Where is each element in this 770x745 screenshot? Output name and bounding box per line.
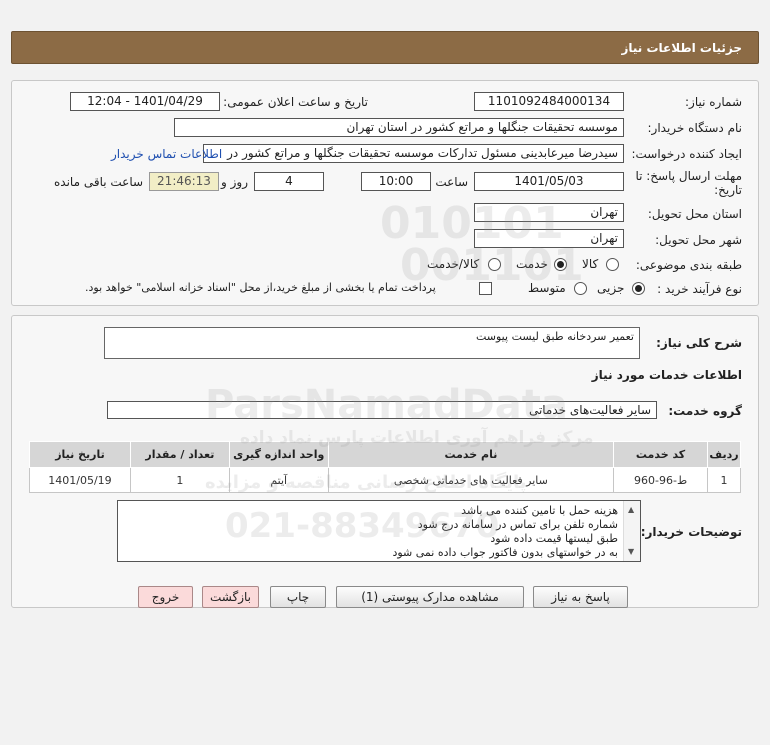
need-number-field: 1101092484000134 (474, 92, 624, 111)
col-need-date: تاریخ نیاز (29, 441, 131, 468)
details-panel: شماره نیاز: 1101092484000134 تاریخ و ساع… (11, 80, 759, 306)
announce-field: 1401/04/29 - 12:04 (70, 92, 220, 111)
back-button[interactable]: بازگشت (202, 586, 259, 608)
buyer-notes-field[interactable]: هزینه حمل با تامین کننده می باشد شماره ت… (117, 500, 641, 562)
province-label: استان محل تحویل: (647, 207, 742, 221)
notes-scrollbar[interactable]: ▲ ▼ (623, 501, 640, 561)
deadline-time-label: ساعت (435, 175, 468, 189)
category-radio-service[interactable] (554, 258, 567, 271)
col-service-code: کد خدمت (613, 441, 709, 468)
table-row: 1 ط-96-960 سایر فعالیت های خدماتی شخصی آ… (29, 467, 741, 493)
cell-unit: آیتم (228, 467, 329, 493)
process-radio-medium[interactable] (574, 282, 587, 295)
cell-service-name: سایر فعالیت های خدماتی شخصی (327, 467, 615, 493)
services-section-title: اطلاعات خدمات مورد نیاز (591, 368, 742, 382)
deadline-date-field: 1401/05/03 (474, 172, 624, 191)
remaining-label: ساعت باقی مانده (54, 175, 144, 189)
col-row: ردیف (707, 441, 741, 468)
process-label: نوع فرآیند خرید : (657, 282, 742, 296)
process-option-medium: متوسط (528, 281, 566, 295)
category-option-goods-service: کالا/خدمت (427, 257, 480, 271)
description-field: تعمیر سردخانه طبق لیست پیوست (104, 327, 640, 359)
services-table: ردیف کد خدمت نام خدمت واحد اندازه گیری ت… (29, 441, 741, 493)
service-group-label: گروه خدمت: (668, 404, 742, 418)
page-header: جزئیات اطلاعات نیاز (11, 31, 759, 64)
need-number-label: شماره نیاز: (685, 95, 742, 109)
category-radio-goods[interactable] (606, 258, 619, 271)
print-button[interactable]: چاپ (270, 586, 326, 608)
treasury-checkbox[interactable] (479, 282, 492, 295)
services-table-header: ردیف کد خدمت نام خدمت واحد اندازه گیری ت… (29, 441, 741, 468)
scroll-down-icon[interactable]: ▼ (628, 545, 634, 559)
province-field: تهران (474, 203, 624, 222)
page-title: جزئیات اطلاعات نیاز (621, 41, 742, 55)
col-unit: واحد اندازه گیری (228, 441, 329, 468)
category-option-service: خدمت (516, 257, 548, 271)
col-service-name: نام خدمت (327, 441, 615, 468)
note-line: هزینه حمل با تامین کننده می باشد (461, 504, 618, 517)
cell-need-date: 1401/05/19 (29, 467, 131, 493)
city-label: شهر محل تحویل: (655, 233, 742, 247)
category-label: طبقه بندی موضوعی: (635, 258, 742, 272)
scroll-up-icon[interactable]: ▲ (628, 503, 634, 517)
process-radio-minor[interactable] (632, 282, 645, 295)
remaining-time-field: 21:46:13 (149, 172, 219, 191)
deadline-time-field: 10:00 (361, 172, 431, 191)
city-field: تهران (474, 229, 624, 248)
treasury-text: پرداخت تمام یا بخشی از مبلغ خرید،از محل … (85, 281, 436, 294)
exit-button[interactable]: خروج (138, 586, 193, 608)
category-option-goods: کالا (582, 257, 599, 271)
col-quantity: تعداد / مقدار (129, 441, 230, 468)
description-label: شرح کلی نیاز: (656, 336, 742, 350)
cell-row: 1 (707, 467, 741, 493)
buyer-org-field: موسسه تحقیقات جنگلها و مراتع کشور در است… (174, 118, 624, 137)
note-line: شماره تلفن برای تماس در سامانه درج شود (417, 518, 618, 531)
process-option-minor: جزیی (597, 281, 625, 295)
need-panel: شرح کلی نیاز: تعمیر سردخانه طبق لیست پیو… (11, 315, 759, 608)
attachments-button[interactable]: مشاهده مدارک پیوستی (1) (336, 586, 524, 608)
requester-label: ایجاد کننده درخواست: (631, 147, 742, 161)
deadline-label-date: تاریخ: (714, 183, 742, 197)
days-label: روز و (221, 175, 248, 189)
note-line: طبق لیستها قیمت داده شود (490, 532, 618, 545)
buyer-org-label: نام دستگاه خریدار: (647, 121, 743, 135)
deadline-label: مهلت ارسال پاسخ: تا (635, 169, 742, 183)
days-field: 4 (254, 172, 324, 191)
note-line: به در خواستهای بدون فاکتور جواب داده نمی… (392, 546, 618, 559)
service-group-field: سایر فعالیت‌های خدماتی (107, 401, 657, 419)
reply-button[interactable]: پاسخ به نیاز (533, 586, 628, 608)
cell-quantity: 1 (129, 467, 230, 493)
cell-service-code: ط-96-960 (613, 467, 709, 493)
category-radio-goods-service[interactable] (488, 258, 501, 271)
buyer-notes-label: توضیحات خریدار: (640, 525, 742, 539)
requester-field: سیدرضا میرعابدینی مسئول تدارکات موسسه تح… (203, 144, 624, 163)
announce-label: تاریخ و ساعت اعلان عمومی: (223, 95, 368, 109)
buyer-contact-link[interactable]: اطلاعات تماس خریدار (111, 147, 222, 161)
